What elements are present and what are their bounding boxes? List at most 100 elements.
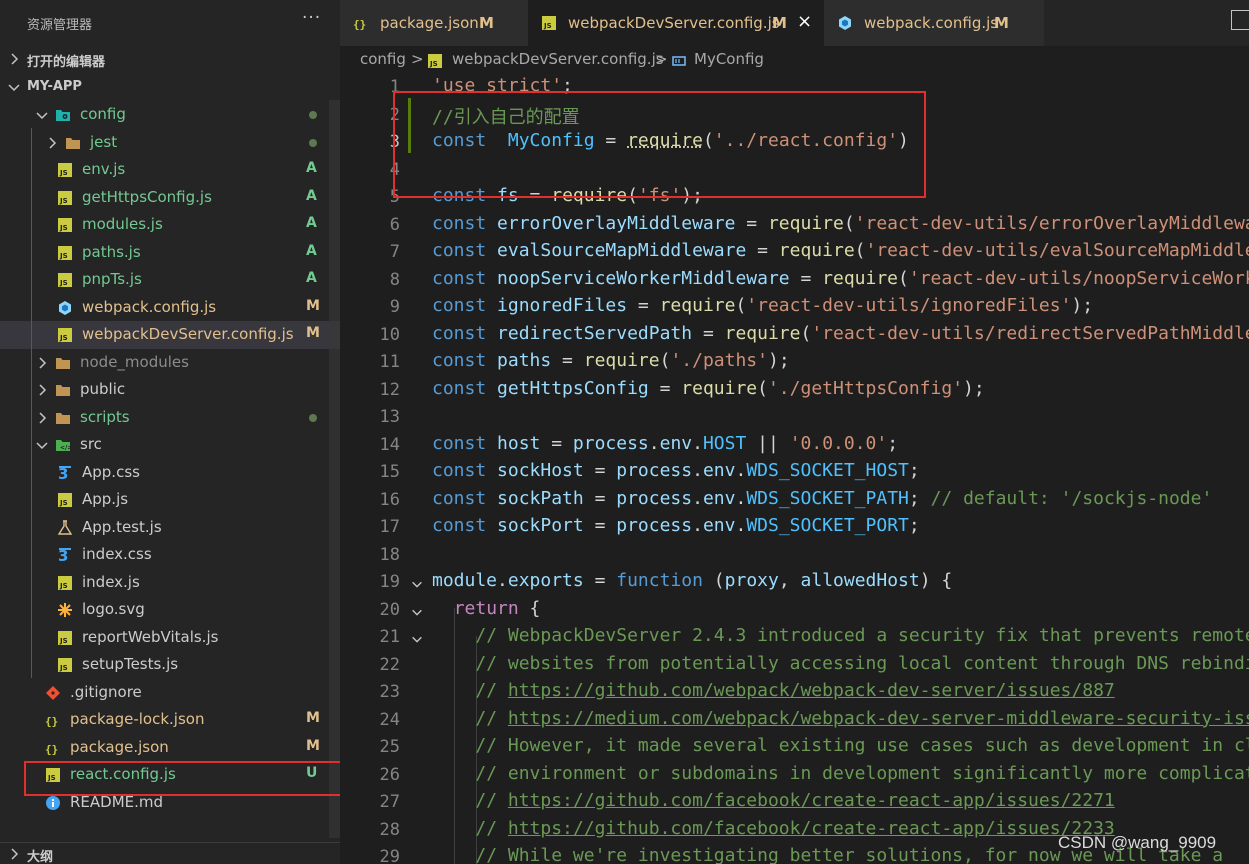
code-token: return xyxy=(453,597,519,619)
tree-file[interactable]: JS App.js xyxy=(0,486,340,514)
code-token: './paths' xyxy=(670,350,768,371)
split-editor-icon[interactable] xyxy=(1231,10,1249,30)
tree-file[interactable]: JS webpackDevServer.config.js M xyxy=(0,321,340,349)
line-number: 28 xyxy=(379,819,400,840)
line-number: 4 xyxy=(389,159,400,180)
chevron-right-icon xyxy=(39,356,47,369)
line-number: 26 xyxy=(379,764,400,785)
code-token: HOST xyxy=(702,432,747,454)
tab-label: package.json xyxy=(380,14,479,32)
code-token: https://github.com/facebook/create-react… xyxy=(507,790,1115,811)
tree-file[interactable]: App.test.js xyxy=(0,514,340,542)
folder-icon xyxy=(56,385,70,396)
tree-file[interactable]: JS pnpTs.js A xyxy=(0,266,340,294)
editor-tab[interactable]: JS webpackDevServer.config.js M × xyxy=(528,0,825,46)
breadcrumb-file[interactable]: webpackDevServer.config.js xyxy=(452,50,664,68)
svg-text:JS: JS xyxy=(59,637,68,645)
code-token: = xyxy=(583,515,617,536)
tree-file[interactable]: JS index.js xyxy=(0,569,340,597)
explorer-title: 资源管理器 xyxy=(27,18,93,33)
tree-file[interactable]: {} package.json M xyxy=(0,734,340,762)
more-actions-button[interactable]: ··· xyxy=(302,8,321,28)
tree-folder[interactable]: scripts xyxy=(0,404,340,432)
close-tab-icon[interactable]: × xyxy=(797,11,812,32)
tree-file[interactable]: JS setupTests.js xyxy=(0,651,340,679)
code-line: // WebpackDevServer 2.4.3 introduced a s… xyxy=(432,625,1249,646)
tree-folder[interactable]: </> src xyxy=(0,431,340,459)
tree-file[interactable]: JS paths.js A xyxy=(0,239,340,267)
code-token: sockPort xyxy=(497,515,584,536)
tree-file[interactable]: logo.svg xyxy=(0,596,340,624)
test-flask-icon xyxy=(57,519,73,535)
line-number: 17 xyxy=(379,517,400,537)
tree-file[interactable]: {} package-lock.json M xyxy=(0,706,340,734)
breadcrumb-separator: > xyxy=(411,50,424,68)
folder-icon xyxy=(66,137,80,149)
tree-item-label: node_modules xyxy=(80,352,189,371)
tree-file[interactable]: JS env.js A xyxy=(0,156,340,184)
code-token: require xyxy=(583,350,660,371)
code-token: ( xyxy=(800,322,812,344)
outline-section[interactable]: 大纲 xyxy=(0,842,340,864)
editor-tab[interactable]: {} package.json M xyxy=(340,0,529,46)
js-file-icon: JS xyxy=(58,328,72,342)
tree-file[interactable]: JS getHttpsConfig.js A xyxy=(0,184,340,212)
breadcrumb-separator: > xyxy=(655,50,668,68)
tree-folder[interactable]: public xyxy=(0,376,340,404)
breadcrumb-folder[interactable]: config xyxy=(360,50,406,68)
line-number: 14 xyxy=(379,434,400,455)
code-token: ( xyxy=(854,240,866,261)
js-file-icon: JS xyxy=(428,54,442,68)
tree-file[interactable]: JS reportWebVitals.js xyxy=(0,624,340,652)
code-token: process xyxy=(616,487,693,509)
tab-label: webpack.config.js xyxy=(864,14,999,32)
tree-item-label: App.test.js xyxy=(82,517,162,536)
tree-item-label: index.js xyxy=(82,572,140,591)
tree-file[interactable]: .gitignore xyxy=(0,679,340,707)
json-file-icon: {} xyxy=(45,715,58,728)
sidebar-scrollbar[interactable] xyxy=(329,100,340,838)
line-number: 23 xyxy=(379,682,400,702)
code-token: // xyxy=(475,790,508,811)
code-editor[interactable]: 1'use strict'; 2//引入自己的配置 3 const MyConfig … xyxy=(340,74,1249,864)
css-file-icon: 3 xyxy=(58,547,71,563)
code-line: // environment or subdomains in developm… xyxy=(432,763,1249,784)
code-token: = xyxy=(583,460,617,481)
fold-chevron-icon[interactable] xyxy=(410,605,424,619)
code-token: = xyxy=(583,487,617,509)
info-icon xyxy=(46,795,60,810)
line-number: 24 xyxy=(379,709,400,730)
code-token: WDS_SOCKET_PORT xyxy=(746,515,909,536)
git-change-dot xyxy=(309,138,317,147)
tree-file[interactable]: webpack.config.js M xyxy=(0,294,340,322)
tree-file[interactable]: 3 index.css xyxy=(0,541,340,569)
code-token: 'react-dev-utils/noopServiceWorkerMiddle… xyxy=(908,267,1249,289)
code-line: const ignoredFiles = require('react-dev-… xyxy=(432,295,1093,316)
editor-tab[interactable]: webpack.config.js M xyxy=(824,0,1045,46)
line-number: 15 xyxy=(379,462,400,482)
tree-file[interactable]: JS modules.js A xyxy=(0,211,340,239)
tree-folder[interactable]: jest xyxy=(0,129,340,157)
code-token: = xyxy=(648,377,682,399)
line-number: 29 xyxy=(379,847,400,864)
highlight-box-react-config xyxy=(24,761,340,796)
line-number: 2 xyxy=(389,104,400,125)
fold-chevron-icon[interactable] xyxy=(410,632,424,646)
line-number: 22 xyxy=(379,654,400,675)
fold-chevron-icon[interactable] xyxy=(410,577,424,591)
svg-text:JS: JS xyxy=(59,582,68,590)
code-token: WDS_SOCKET_PATH xyxy=(746,487,909,509)
tree-folder[interactable]: config xyxy=(0,101,340,129)
project-section[interactable]: MY-APP xyxy=(0,76,340,100)
code-token: { xyxy=(518,597,541,619)
code-token: const xyxy=(432,212,487,234)
tree-folder[interactable]: node_modules xyxy=(0,349,340,377)
tree-item-label: jest xyxy=(90,132,118,151)
open-editors-section[interactable]: 打开的编辑器 xyxy=(0,48,340,72)
tree-file[interactable]: 3 App.css xyxy=(0,459,340,487)
breadcrumb-symbol[interactable]: MyConfig xyxy=(694,50,764,68)
code-token: process xyxy=(616,515,693,536)
code-token: https://medium.com/webpack/webpack-dev-s… xyxy=(507,707,1249,729)
